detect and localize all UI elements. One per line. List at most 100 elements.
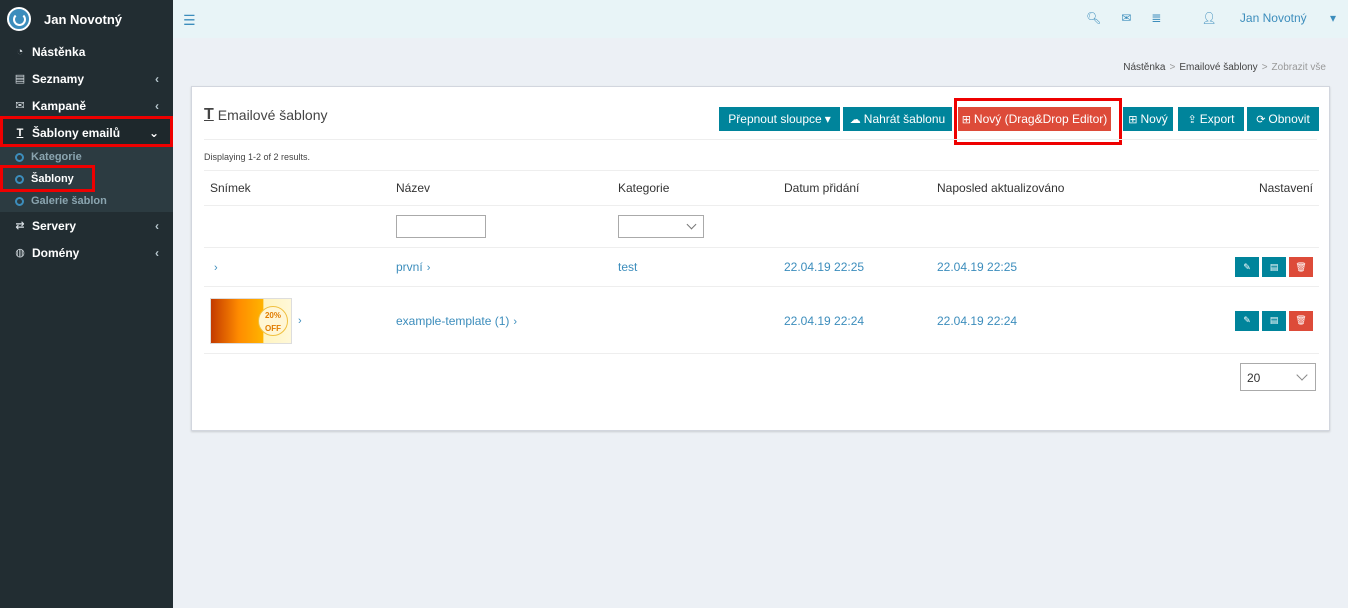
page-size-value: 20 — [1247, 371, 1261, 385]
export-button[interactable]: ⇪ Export — [1178, 107, 1244, 131]
sidebar-menu: ◔ Nástěnka ▤ Seznamy ‹ ✉ Kampaně ‹ T Šab… — [0, 38, 173, 266]
sidebar-item-domains[interactable]: ◍ Domény ‹ — [0, 239, 173, 266]
filter-cell-empty — [931, 205, 1161, 248]
caret-down-icon: ▾ — [1329, 11, 1336, 25]
chevron-right-icon: › — [513, 315, 518, 328]
templates-box: T Emailové šablony Přepnout sloupce ▾ ☁ Na… — [191, 86, 1330, 431]
refresh-button[interactable]: ⟳ Obnovit — [1247, 107, 1319, 131]
template-name-link[interactable]: první — [396, 260, 423, 274]
edit-icon[interactable]: ✎ — [1235, 257, 1259, 277]
box-title: T Emailové šablony — [204, 106, 328, 124]
sidebar-subitem-templates[interactable]: Šablony — [0, 168, 173, 190]
column-header[interactable]: Kategorie — [612, 170, 778, 206]
submenu-email-templates: Kategorie Šablony Galerie šablon — [0, 146, 173, 212]
sidebar-item-campaigns[interactable]: ✉ Kampaně ‹ — [0, 92, 173, 119]
new-button[interactable]: ⊞ Nový — [1123, 107, 1173, 131]
column-header[interactable]: Snímek — [204, 170, 390, 206]
filter-cell-category — [612, 205, 778, 248]
divider — [204, 139, 1317, 140]
column-header[interactable]: Datum přidání — [778, 170, 931, 206]
chevron-left-icon: ‹ — [155, 98, 159, 113]
page-size-select[interactable]: 20 — [1240, 363, 1316, 391]
new-dnd-editor-label: Nový (Drag&Drop Editor) — [973, 112, 1108, 126]
category-cell[interactable] — [612, 286, 778, 355]
text-template-icon: T — [16, 126, 24, 139]
template-thumbnail[interactable]: 20% OFF — [210, 297, 292, 344]
brand-user-name: Jan Novotný — [44, 11, 123, 27]
chevron-down-icon: ⌄ — [148, 125, 159, 140]
new-label: Nový — [1140, 112, 1168, 126]
stack-icon[interactable]: ≣ — [1151, 11, 1161, 25]
upload-template-button[interactable]: ☁ Nahrát šablonu — [843, 107, 952, 131]
chevron-left-icon: ‹ — [155, 218, 159, 233]
sidebar-item-servers[interactable]: ⇄ Servery ‹ — [0, 212, 173, 239]
brand: Jan Novotný — [0, 0, 173, 38]
templates-table: Snímek Název Kategorie Datum přidání Nap… — [204, 170, 1319, 355]
results-summary: Displaying 1-2 of 2 results. — [204, 152, 311, 162]
column-header[interactable]: Naposled aktualizováno — [931, 170, 1161, 206]
divider — [204, 353, 1319, 354]
upload-template-label: Nahrát šablonu — [863, 112, 946, 126]
topbar: ☰ 🔍︎ ✉ ≣ 👤︎ Jan Novotný ▾ — [173, 0, 1348, 38]
breadcrumb-home[interactable]: Nástěnka — [1123, 62, 1165, 73]
switch-columns-button[interactable]: Přepnout sloupce ▾ — [719, 107, 840, 131]
sidebar-item-lists[interactable]: ▤ Seznamy ‹ — [0, 65, 173, 92]
thumbnail-cell: › — [204, 247, 390, 287]
envelope-icon[interactable]: ✉ — [1121, 11, 1131, 25]
table-row: › první › test 22.04.19 22:25 22.04.19 22… — [204, 247, 1319, 287]
category-cell[interactable]: test — [612, 247, 778, 287]
cloud-upload-icon: ☁ — [849, 113, 861, 126]
edit-icon[interactable]: ✎ — [1235, 310, 1259, 331]
chevron-right-icon[interactable]: › — [214, 262, 218, 274]
sidebar-subitem-template-gallery[interactable]: Galerie šablon — [0, 190, 173, 212]
filter-cell-empty — [778, 205, 931, 248]
power-logo-icon — [7, 7, 31, 31]
category-filter-select[interactable] — [618, 215, 704, 238]
name-cell[interactable]: example-template (1) › — [390, 286, 612, 355]
new-dnd-editor-button[interactable]: ⊞ Nový (Drag&Drop Editor) — [958, 107, 1111, 131]
name-cell[interactable]: první › — [390, 247, 612, 287]
plus-square-icon: ⊞ — [961, 113, 971, 126]
name-filter-input[interactable] — [396, 215, 486, 238]
sidebar-subitem-categories[interactable]: Kategorie — [0, 146, 173, 168]
filter-cell-empty — [1161, 205, 1319, 248]
sidebar: Jan Novotný ◔ Nástěnka ▤ Seznamy ‹ ✉ Kam… — [0, 0, 173, 608]
breadcrumb-section[interactable]: Emailové šablony — [1179, 62, 1257, 73]
added-cell: 22.04.19 22:24 — [778, 286, 931, 355]
chevron-right-icon: › — [426, 262, 431, 274]
sidebar-item-dashboard[interactable]: ◔ Nástěnka — [0, 38, 173, 65]
user-name: Jan Novotný — [1239, 11, 1307, 25]
column-header: Nastavení — [1161, 170, 1319, 206]
table-row: 20% OFF › example-template (1) › 22.04.19 … — [204, 286, 1319, 355]
chevron-left-icon: ‹ — [155, 71, 159, 86]
sidebar-item-label: Seznamy — [32, 71, 85, 86]
circle-icon — [15, 174, 24, 184]
export-label: Export — [1199, 112, 1235, 126]
preview-icon[interactable]: ▤ — [1262, 257, 1286, 277]
sidebar-item-label: Šablony emailů — [32, 125, 121, 140]
exchange-icon: ⇄ — [15, 220, 25, 232]
circle-icon — [15, 196, 24, 206]
sidebar-item-email-templates[interactable]: T Šablony emailů ⌄ — [0, 119, 173, 146]
template-name-link[interactable]: example-template (1) — [396, 314, 509, 328]
circle-icon — [15, 152, 24, 162]
actions-cell: ✎ ▤ 🗑︎ — [1161, 247, 1319, 287]
chevron-left-icon: ‹ — [155, 245, 159, 260]
user-icon: 👤︎ — [1201, 11, 1217, 25]
sidebar-subitem-label: Kategorie — [31, 151, 82, 163]
search-icon[interactable]: 🔍︎ — [1086, 11, 1101, 25]
breadcrumb-current: Zobrazit vše — [1271, 62, 1326, 73]
filter-row — [204, 205, 1319, 248]
caret-down-icon: ▾ — [824, 112, 831, 126]
hamburger-menu-icon[interactable]: ☰ — [183, 12, 196, 29]
chevron-right-icon[interactable]: › — [298, 315, 302, 327]
page-title: Emailové šablony — [217, 107, 328, 123]
delete-icon[interactable]: 🗑︎ — [1289, 310, 1313, 331]
column-header[interactable]: Název — [390, 170, 612, 206]
dashboard-icon: ◔ — [16, 45, 24, 58]
user-menu[interactable]: 👤︎ Jan Novotný ▾ — [1181, 11, 1336, 25]
list-icon: ▤ — [14, 73, 26, 85]
sidebar-item-label: Domény — [32, 245, 80, 260]
preview-icon[interactable]: ▤ — [1262, 310, 1286, 331]
delete-icon[interactable]: 🗑︎ — [1289, 257, 1313, 277]
